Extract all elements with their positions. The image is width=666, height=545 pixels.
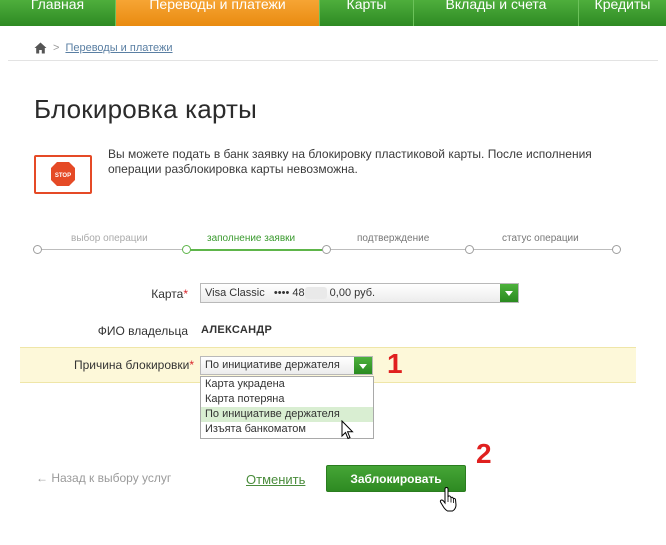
- breadcrumb-link-transfers[interactable]: Переводы и платежи: [65, 42, 172, 54]
- hand-pointer-icon: [439, 487, 457, 512]
- step-label-fill-form: заполнение заявки: [207, 233, 296, 244]
- info-text: Вы можете подать в банк заявку на блокир…: [108, 147, 592, 176]
- stop-sign-text: STOP: [55, 173, 71, 179]
- stop-sign-icon: STOP: [51, 162, 75, 186]
- top-navigation: Главная Переводы и платежи Карты Вклады …: [0, 0, 666, 26]
- step-dot-1: [33, 245, 42, 254]
- home-icon[interactable]: [34, 42, 47, 54]
- reason-option[interactable]: Карта потеряна: [201, 392, 373, 407]
- header-divider: [8, 60, 658, 61]
- step-dot-5: [612, 245, 621, 254]
- card-select[interactable]: Visa Classic •••• 48 0,00 руб.: [200, 283, 519, 303]
- back-to-services-link[interactable]: ← Назад к выбору услуг: [36, 471, 171, 485]
- breadcrumb: > Переводы и платежи: [34, 41, 173, 55]
- owner-label: ФИО владельца: [97, 324, 188, 338]
- card-number-mask: [304, 287, 327, 300]
- breadcrumb-separator: >: [53, 42, 60, 54]
- step-dot-3: [322, 245, 331, 254]
- card-select-amount: 0,00 руб.: [329, 287, 376, 299]
- steps-track-active: [186, 249, 326, 251]
- annotation-number-1: 1: [387, 348, 403, 379]
- step-dot-2: [182, 245, 191, 254]
- nav-item-credits[interactable]: Кредиты: [579, 0, 666, 26]
- nav-item-cards[interactable]: Карты: [320, 0, 414, 26]
- reason-label: Причина блокировки*: [73, 358, 194, 372]
- reason-select-value: По инициативе держателя: [205, 359, 340, 371]
- cancel-link[interactable]: Отменить: [246, 472, 305, 487]
- reason-select[interactable]: По инициативе держателя: [200, 356, 373, 375]
- page-title: Блокировка карты: [34, 94, 258, 124]
- nav-item-transfers[interactable]: Переводы и платежи: [116, 0, 320, 26]
- owner-value: АЛЕКСАНДР: [201, 324, 273, 336]
- reason-option[interactable]: Карта украдена: [201, 377, 373, 392]
- stop-sign-box: STOP: [34, 155, 92, 194]
- card-label: Карта*: [151, 287, 188, 301]
- nav-item-home[interactable]: Главная: [0, 0, 116, 26]
- card-select-dropdown-button[interactable]: [500, 284, 518, 302]
- card-select-number: •••• 48: [273, 287, 305, 299]
- step-label-select-operation: выбор операции: [71, 233, 148, 244]
- reason-select-dropdown-button[interactable]: [354, 357, 372, 374]
- annotation-number-2: 2: [476, 438, 492, 469]
- nav-item-deposits[interactable]: Вклады и счета: [414, 0, 579, 26]
- step-label-confirm: подтверждение: [357, 233, 430, 244]
- mouse-pointer-icon: [341, 420, 354, 440]
- card-select-name: Visa Classic: [205, 287, 265, 299]
- step-dot-4: [465, 245, 474, 254]
- step-label-status: статус операции: [502, 233, 579, 244]
